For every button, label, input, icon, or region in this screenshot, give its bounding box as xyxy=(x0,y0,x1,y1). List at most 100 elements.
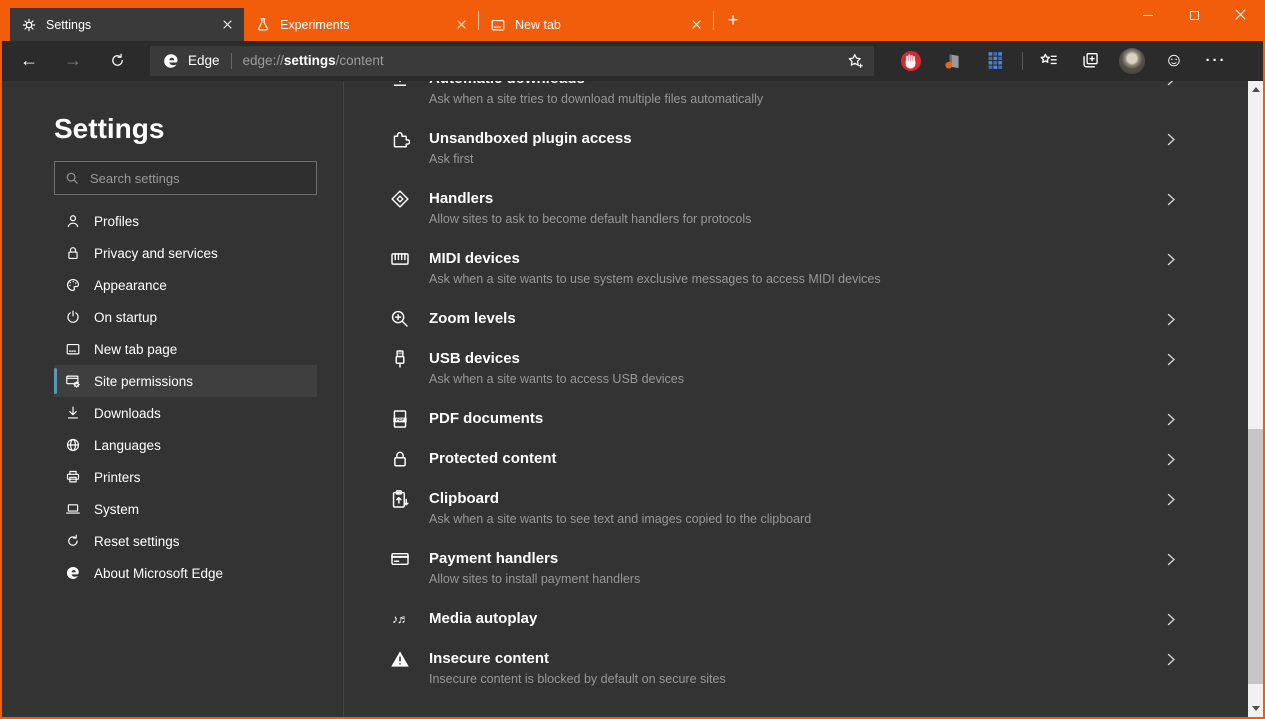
sidebar-item-on-startup[interactable]: On startup xyxy=(54,301,317,333)
permission-row-insecure-content[interactable]: Insecure content Insecure content is blo… xyxy=(344,649,1248,709)
permission-description: Ask first xyxy=(429,151,1148,168)
close-button[interactable] xyxy=(1217,0,1263,31)
sidebar-item-printers[interactable]: Printers xyxy=(54,461,317,493)
minimize-button[interactable] xyxy=(1125,0,1171,31)
window-controls xyxy=(1125,0,1263,31)
scroll-down-icon xyxy=(1252,706,1260,711)
chevron-right-icon xyxy=(1167,253,1176,266)
sidebar-item-profiles[interactable]: Profiles xyxy=(54,205,317,237)
permission-row-clipboard[interactable]: Clipboard Ask when a site wants to see t… xyxy=(344,489,1248,549)
calculator-extension-icon[interactable] xyxy=(978,44,1012,78)
sidebar-item-new-tab-page[interactable]: New tab page xyxy=(54,333,317,365)
feedback-button[interactable]: ☺ xyxy=(1157,44,1191,78)
permission-description: Ask when a site wants to use system excl… xyxy=(429,271,1148,288)
permission-row-media-autoplay[interactable]: ♪♬ Media autoplay xyxy=(344,609,1248,649)
tabs-container: Settings Experiments New tab xyxy=(10,0,714,41)
scroll-up-button[interactable] xyxy=(1248,82,1263,97)
favorites-button[interactable] xyxy=(1031,44,1065,78)
back-icon: ← xyxy=(20,50,38,71)
sidebar-item-label: Privacy and services xyxy=(94,246,218,261)
sidebar-item-downloads[interactable]: Downloads xyxy=(54,397,317,429)
pdf-icon: PDF xyxy=(390,409,410,429)
tab-experiments[interactable]: Experiments xyxy=(244,8,478,41)
sidebar-item-system[interactable]: System xyxy=(54,493,317,525)
tab-close-icon[interactable] xyxy=(452,16,470,34)
permission-title: PDF documents xyxy=(429,409,1148,429)
sidebar-item-privacy-and-services[interactable]: Privacy and services xyxy=(54,237,317,269)
settings-search[interactable] xyxy=(54,161,317,195)
permission-title: Protected content xyxy=(429,449,1148,469)
refresh-icon xyxy=(109,52,126,69)
smiley-icon: ☺ xyxy=(1164,51,1183,70)
search-input[interactable] xyxy=(90,171,306,186)
sidebar-item-about-microsoft-edge[interactable]: About Microsoft Edge xyxy=(54,557,317,589)
globe-icon xyxy=(65,437,81,453)
sidebar-item-label: About Microsoft Edge xyxy=(94,566,223,581)
sidebar-item-appearance[interactable]: Appearance xyxy=(54,269,317,301)
tab-title: Experiments xyxy=(280,18,443,32)
profile-button[interactable] xyxy=(1115,44,1149,78)
extensions-area: ☺ ··· xyxy=(886,44,1233,78)
extension-icon[interactable] xyxy=(936,44,970,78)
chevron-right-icon xyxy=(1167,493,1176,506)
maximize-button[interactable] xyxy=(1171,0,1217,31)
sidebar-item-site-permissions[interactable]: Site permissions xyxy=(54,365,317,397)
tab-new-tab[interactable]: New tab xyxy=(479,8,713,41)
scrollbar[interactable] xyxy=(1248,81,1263,717)
new-tab-button[interactable]: + xyxy=(718,6,748,36)
site-permissions-content: Automatic downloads Ask when a site trie… xyxy=(344,81,1263,717)
scroll-down-button[interactable] xyxy=(1248,701,1263,716)
scroll-up-icon xyxy=(1252,87,1260,92)
diamond-icon xyxy=(390,189,410,209)
page-title: Settings xyxy=(54,109,343,149)
download-icon xyxy=(390,81,410,89)
permission-title: Insecure content xyxy=(429,649,1148,669)
newtab-icon xyxy=(490,17,506,33)
sidebar-item-label: Site permissions xyxy=(94,374,193,389)
permission-row-protected-content[interactable]: Protected content xyxy=(344,449,1248,489)
edge-logo-icon xyxy=(162,52,180,70)
permission-row-pdf-documents[interactable]: PDF PDF documents xyxy=(344,409,1248,449)
permission-title: Handlers xyxy=(429,189,1148,209)
permission-row-unsandboxed-plugin-access[interactable]: Unsandboxed plugin access Ask first xyxy=(344,129,1248,189)
sidebar-item-reset-settings[interactable]: Reset settings xyxy=(54,525,317,557)
sidebar-item-label: Profiles xyxy=(94,214,139,229)
permission-row-automatic-downloads[interactable]: Automatic downloads Ask when a site trie… xyxy=(344,81,1248,129)
sidebar-item-label: System xyxy=(94,502,139,517)
address-divider xyxy=(231,53,232,69)
sidebar-item-label: New tab page xyxy=(94,342,177,357)
settings-menu-button[interactable]: ··· xyxy=(1199,44,1233,78)
sidebar-item-label: Downloads xyxy=(94,406,161,421)
lock-icon xyxy=(65,245,81,261)
sidebar-item-languages[interactable]: Languages xyxy=(54,429,317,461)
permission-description: Insecure content is blocked by default o… xyxy=(429,671,1148,688)
puzzle-icon xyxy=(390,129,410,149)
card-icon xyxy=(390,549,410,569)
tab-close-icon[interactable] xyxy=(687,16,705,34)
permission-row-midi-devices[interactable]: MIDI devices Ask when a site wants to us… xyxy=(344,249,1248,309)
download-icon xyxy=(65,405,81,421)
permission-row-handlers[interactable]: Handlers Allow sites to ask to become de… xyxy=(344,189,1248,249)
tab-close-icon[interactable] xyxy=(218,16,236,34)
permission-row-zoom-levels[interactable]: Zoom levels xyxy=(344,309,1248,349)
permission-row-payment-handlers[interactable]: Payment handlers Allow sites to install … xyxy=(344,549,1248,609)
add-favorite-button[interactable] xyxy=(840,48,870,74)
permission-list: Automatic downloads Ask when a site trie… xyxy=(344,81,1248,709)
url-text: edge://settings/content xyxy=(243,53,384,68)
scrollbar-thumb[interactable] xyxy=(1248,429,1263,684)
permission-row-usb-devices[interactable]: USB devices Ask when a site wants to acc… xyxy=(344,349,1248,409)
sidebar-item-label: Reset settings xyxy=(94,534,180,549)
back-button[interactable]: ← xyxy=(12,44,46,78)
permission-title: Clipboard xyxy=(429,489,1148,509)
forward-button[interactable]: → xyxy=(56,44,90,78)
tab-settings[interactable]: Settings xyxy=(10,8,244,41)
collections-button[interactable] xyxy=(1073,44,1107,78)
address-bar[interactable]: Edge edge://settings/content xyxy=(150,46,874,76)
refresh-button[interactable] xyxy=(100,44,134,78)
collections-icon xyxy=(1081,51,1100,70)
profile-avatar xyxy=(1119,48,1145,74)
adblock-extension-icon[interactable] xyxy=(894,44,928,78)
permission-description: Ask when a site wants to access USB devi… xyxy=(429,371,1148,388)
minimize-icon xyxy=(1143,15,1153,16)
sidebar-item-label: Printers xyxy=(94,470,141,485)
